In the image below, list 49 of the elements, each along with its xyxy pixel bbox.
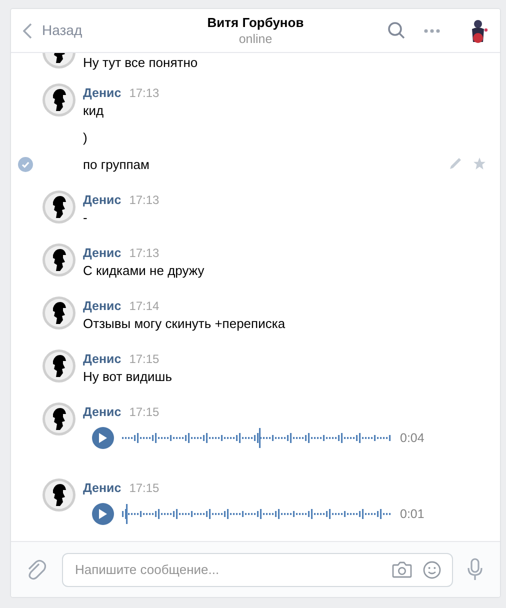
more-icon[interactable] <box>424 28 440 32</box>
play-icon <box>99 433 107 443</box>
avatar <box>42 478 76 512</box>
message-field[interactable]: Напишите сообщение... <box>62 552 453 586</box>
message-time: 17:15 <box>129 351 160 367</box>
microphone-icon[interactable] <box>467 558 483 581</box>
author-name[interactable]: Денис <box>83 298 122 314</box>
author-name[interactable]: Денис <box>83 245 122 261</box>
message-text: Ну тут все понятно <box>83 54 198 72</box>
avatar <box>42 83 76 117</box>
message-text: Ну вот видишь <box>83 368 172 386</box>
paperclip-icon[interactable] <box>26 558 46 580</box>
play-button[interactable] <box>92 427 114 449</box>
chat-title: Витя Горбунов <box>207 15 304 31</box>
author-name[interactable]: Денис <box>83 404 122 420</box>
avatar <box>42 243 76 277</box>
check-icon[interactable] <box>18 157 33 172</box>
search-icon[interactable] <box>388 22 405 39</box>
message-text: С кидками не дружу <box>83 262 204 280</box>
voice-duration: 0:01 <box>400 506 424 523</box>
message-text: ) <box>83 129 88 147</box>
pencil-icon[interactable] <box>449 157 462 170</box>
message-time: 17:13 <box>129 192 160 208</box>
message-time: 17:15 <box>129 480 160 496</box>
message-time: 17:14 <box>129 298 160 314</box>
online-status: online <box>238 31 272 47</box>
play-icon <box>99 509 107 519</box>
message-text: - <box>83 209 88 227</box>
message-time: 17:13 <box>129 85 160 101</box>
star-icon[interactable] <box>473 157 486 170</box>
message-text: кид <box>83 102 104 120</box>
camera-icon[interactable] <box>392 561 412 578</box>
avatar <box>42 190 76 224</box>
avatar <box>42 349 76 383</box>
author-name[interactable]: Денис <box>83 85 122 101</box>
emoji-icon[interactable] <box>423 560 441 578</box>
author-name[interactable]: Денис <box>83 351 122 367</box>
author-name[interactable]: Денис <box>83 192 122 208</box>
play-button[interactable] <box>92 503 114 525</box>
message-time: 17:15 <box>129 404 160 420</box>
back-button[interactable]: Назад <box>23 20 82 41</box>
avatar <box>42 296 76 330</box>
chevron-left-icon <box>23 22 32 38</box>
avatar <box>42 402 76 436</box>
message-text: Отзывы могу скинуть +переписка <box>83 315 286 333</box>
message-time: 17:13 <box>129 245 160 261</box>
author-name[interactable]: Денис <box>83 480 122 496</box>
voice-duration: 0:04 <box>400 430 424 447</box>
message-text: по группам <box>83 156 150 174</box>
